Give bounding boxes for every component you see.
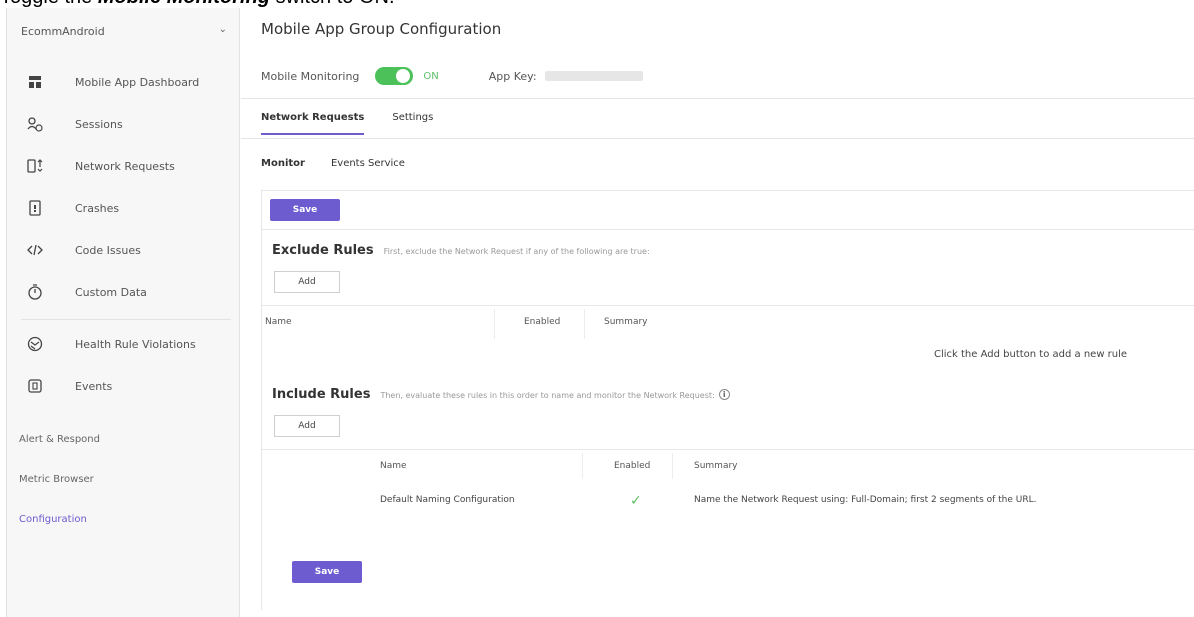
enabled-check-icon: ✓ [630,493,642,509]
custom-data-icon [27,284,43,300]
sidebar-item-metric-browser[interactable]: Metric Browser [19,474,94,485]
caption-prefix: Toggle the [0,0,98,8]
main-content: Mobile App Group Configuration Mobile Mo… [241,8,1194,617]
include-rules-title: Include Rules [272,387,371,402]
sidebar-item-custom-data[interactable]: Custom Data [7,272,240,312]
save-button-bottom[interactable]: Save [292,561,362,583]
sidebar-item-label: Custom Data [75,285,147,299]
sidebar-item-code-issues[interactable]: Code Issues [7,230,240,270]
tabs-divider [241,138,1194,139]
config-tabs: Network Requests Settings [261,112,433,135]
sidebar-item-label: Sessions [75,117,123,131]
dashboard-icon [27,74,43,90]
tab-settings[interactable]: Settings [392,112,433,135]
rules-panel: Save Exclude Rules First, exclude the Net… [261,190,1194,610]
caption-bold: Mobile Monitoring [98,0,270,8]
app-selector-label: EcommAndroid [21,24,105,38]
sidebar-item-network-requests[interactable]: Network Requests [7,146,240,186]
include-row-summary: Name the Network Request using: Full-Dom… [694,495,1037,505]
exclude-col-name: Name [265,317,292,327]
sidebar: EcommAndroid ⌄ Mobile App Dashboard Sess… [7,8,240,617]
events-icon [27,378,43,394]
column-separator [582,453,583,479]
sidebar-item-label: Network Requests [75,159,175,173]
include-col-summary: Summary [694,461,738,471]
crash-icon [27,200,43,216]
exclude-add-button[interactable]: Add [274,271,340,293]
sidebar-divider [21,319,231,320]
sidebar-item-label: Crashes [75,201,120,215]
monitoring-row: Mobile Monitoring ON App Key: [261,56,1194,96]
subtab-monitor[interactable]: Monitor [261,158,305,169]
mobile-monitoring-toggle[interactable] [375,67,414,85]
toggle-knob [396,69,411,83]
sidebar-item-alert-respond[interactable]: Alert & Respond [19,434,100,445]
mobile-monitoring-label: Mobile Monitoring [261,69,360,83]
include-divider [262,449,1194,450]
save-button-top[interactable]: Save [270,199,340,221]
tab-network-requests[interactable]: Network Requests [261,112,365,135]
subtab-events-service[interactable]: Events Service [331,158,405,169]
include-col-enabled: Enabled [614,461,651,471]
panel-divider [262,229,1194,230]
exclude-divider [262,305,1194,306]
include-rules-description: Then, evaluate these rules in this order… [380,391,715,400]
column-separator [584,309,585,339]
sessions-icon [27,116,43,132]
sidebar-item-events[interactable]: Events [7,366,240,406]
instruction-caption: Toggle the Mobile Monitoring switch to O… [0,0,395,8]
code-issues-icon [27,242,43,258]
include-row-name[interactable]: Default Naming Configuration [380,495,515,505]
app-selector[interactable]: EcommAndroid ⌄ [21,20,227,42]
page-title: Mobile App Group Configuration [261,20,502,38]
sidebar-item-health-rule-violations[interactable]: Health Rule Violations [7,324,240,364]
sidebar-item-label: Events [75,379,113,393]
include-col-name: Name [380,461,407,471]
health-rule-icon [27,336,43,352]
column-separator [672,453,673,479]
column-separator [494,309,495,339]
sidebar-item-mobile-app-dashboard[interactable]: Mobile App Dashboard [7,62,240,102]
exclude-rules-heading: Exclude Rules First, exclude the Network … [272,243,650,258]
exclude-rules-description: First, exclude the Network Request if an… [383,247,650,256]
toggle-state-label: ON [423,70,439,82]
sidebar-item-crashes[interactable]: Crashes [7,188,240,228]
app-frame: EcommAndroid ⌄ Mobile App Dashboard Sess… [6,8,1194,617]
app-key-label: App Key: [488,69,537,83]
sidebar-item-label: Code Issues [75,243,141,257]
sub-tabs: Monitor Events Service [261,158,405,169]
sidebar-item-label: Health Rule Violations [75,337,196,351]
exclude-col-enabled: Enabled [524,317,561,327]
network-requests-icon [27,158,43,174]
info-icon[interactable]: i [718,389,730,400]
app-key-value-redacted [544,71,643,81]
sidebar-item-sessions[interactable]: Sessions [7,104,240,144]
exclude-rules-title: Exclude Rules [272,243,374,258]
chevron-down-icon: ⌄ [218,24,227,35]
include-rules-heading: Include Rules Then, evaluate these rules … [272,387,730,402]
header-divider [241,98,1194,99]
exclude-empty-message: Click the Add button to add a new rule [934,349,1128,360]
include-add-button[interactable]: Add [274,415,340,437]
exclude-col-summary: Summary [604,317,648,327]
sidebar-item-configuration[interactable]: Configuration [19,514,87,525]
caption-suffix: switch to ON. [270,0,395,8]
sidebar-item-label: Mobile App Dashboard [75,75,200,89]
